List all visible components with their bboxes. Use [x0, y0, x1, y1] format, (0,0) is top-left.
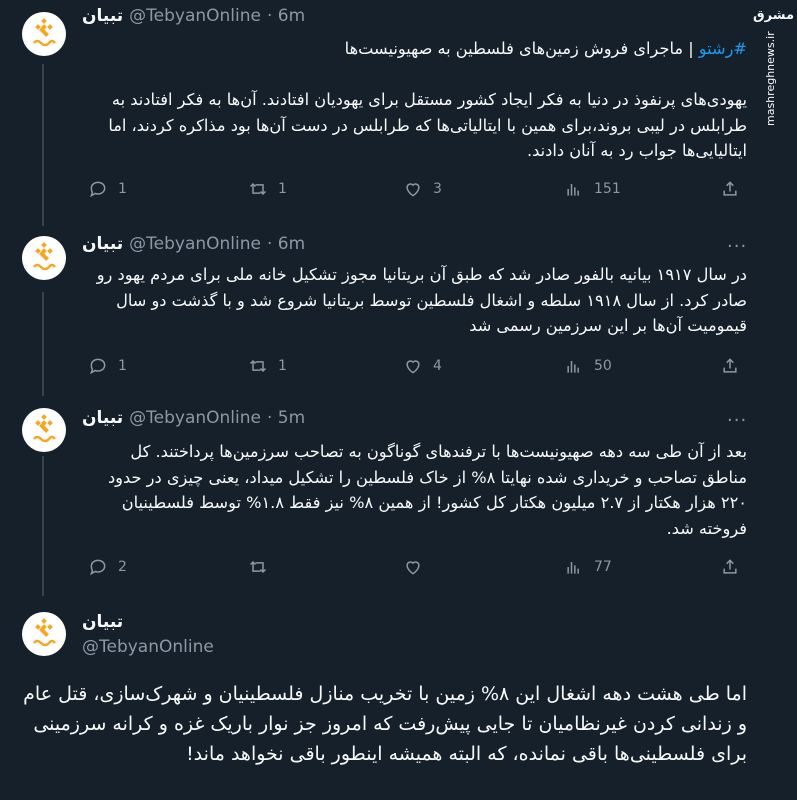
views-icon	[567, 361, 579, 373]
like-button[interactable]	[403, 557, 433, 577]
views-button[interactable]: 151	[564, 179, 621, 199]
reply-icon	[89, 181, 106, 198]
reply-button[interactable]: 1	[88, 356, 127, 376]
retweet-button[interactable]	[248, 557, 278, 577]
handle[interactable]: @TebyanOnline	[82, 637, 214, 657]
retweet-icon	[249, 182, 267, 196]
views-button[interactable]: 50	[564, 356, 612, 376]
tweet-header: تبیان @TebyanOnline · 5m	[82, 408, 305, 428]
avatar[interactable]	[22, 612, 66, 656]
like-button[interactable]: 3	[403, 179, 442, 199]
more-icon[interactable]: ···	[727, 238, 747, 256]
display-name[interactable]: تبیان	[82, 408, 123, 428]
tweet-text: بعد از آن طی سه دهه صهیونیست‌ها با ترفند…	[102, 442, 747, 538]
like-button[interactable]: 4	[403, 356, 442, 376]
timestamp[interactable]: · 6m	[267, 6, 305, 26]
tweet-actions: 1 1 3 151	[82, 179, 747, 201]
tebyan-logo-icon	[27, 617, 61, 651]
tweet-text: در سال ۱۹۱۷ بیانیه بالفور صادر شد که طبق…	[91, 265, 747, 336]
display-name[interactable]: تبیان	[82, 234, 123, 254]
tebyan-logo-icon	[27, 17, 61, 51]
retweet-icon	[249, 359, 267, 373]
handle[interactable]: @TebyanOnline	[129, 234, 261, 254]
display-name[interactable]: تبیان	[82, 612, 123, 632]
reply-button[interactable]: 1	[88, 179, 127, 199]
tweet-body: | ماجرای فروش زمین‌های فلسطین به صهیونیس…	[108, 39, 747, 161]
tweet-text: #رشتو | ماجرای فروش زمین‌های فلسطین به ص…	[82, 36, 747, 164]
hashtag-link[interactable]: #رشتو	[699, 39, 747, 58]
views-icon	[567, 184, 579, 196]
share-icon	[723, 559, 737, 574]
views-icon	[567, 562, 579, 574]
timestamp[interactable]: · 5m	[267, 408, 305, 428]
share-button[interactable]	[720, 557, 740, 577]
tebyan-logo-icon	[27, 241, 61, 275]
tebyan-logo-icon	[27, 413, 61, 447]
more-icon[interactable]: ···	[727, 412, 747, 430]
main-tweet[interactable]: تبیان @TebyanOnline اما طی هشت دهه اشغال…	[0, 597, 797, 800]
reply-icon	[89, 559, 106, 576]
share-button[interactable]	[720, 356, 740, 376]
heart-icon	[406, 561, 420, 575]
tweet-actions: 2 77	[82, 557, 747, 579]
tweet-actions: 1 1 4 50	[82, 356, 747, 378]
reply-button[interactable]: 2	[88, 557, 127, 577]
retweet-icon	[249, 560, 267, 574]
tweet-header: تبیان @TebyanOnline · 6m	[82, 234, 305, 254]
share-icon	[723, 358, 737, 373]
heart-icon	[406, 360, 420, 374]
retweet-button[interactable]: 1	[248, 179, 287, 199]
tweet-1[interactable]: تبیان @TebyanOnline · 6m #رشتو | ماجرای …	[0, 0, 797, 225]
avatar[interactable]	[22, 236, 66, 280]
tweet-text: اما طی هشت دهه اشغال این ۸% زمین با تخری…	[23, 683, 747, 765]
reply-icon	[89, 358, 106, 375]
display-name[interactable]: تبیان	[82, 6, 123, 26]
tweet-3[interactable]: تبیان @TebyanOnline · 5m ··· بعد از آن ط…	[0, 396, 797, 596]
tweet-header: تبیان @TebyanOnline · 6m	[82, 6, 305, 26]
views-button[interactable]: 77	[564, 557, 612, 577]
handle[interactable]: @TebyanOnline	[129, 408, 261, 428]
avatar[interactable]	[22, 408, 66, 452]
heart-icon	[406, 183, 420, 197]
share-icon	[723, 181, 737, 196]
avatar[interactable]	[22, 12, 66, 56]
handle[interactable]: @TebyanOnline	[129, 6, 261, 26]
tweet-2[interactable]: تبیان @TebyanOnline · 6m ··· در سال ۱۹۱۷…	[0, 226, 797, 396]
retweet-button[interactable]: 1	[248, 356, 287, 376]
timestamp[interactable]: · 6m	[267, 234, 305, 254]
share-button[interactable]	[720, 179, 740, 199]
